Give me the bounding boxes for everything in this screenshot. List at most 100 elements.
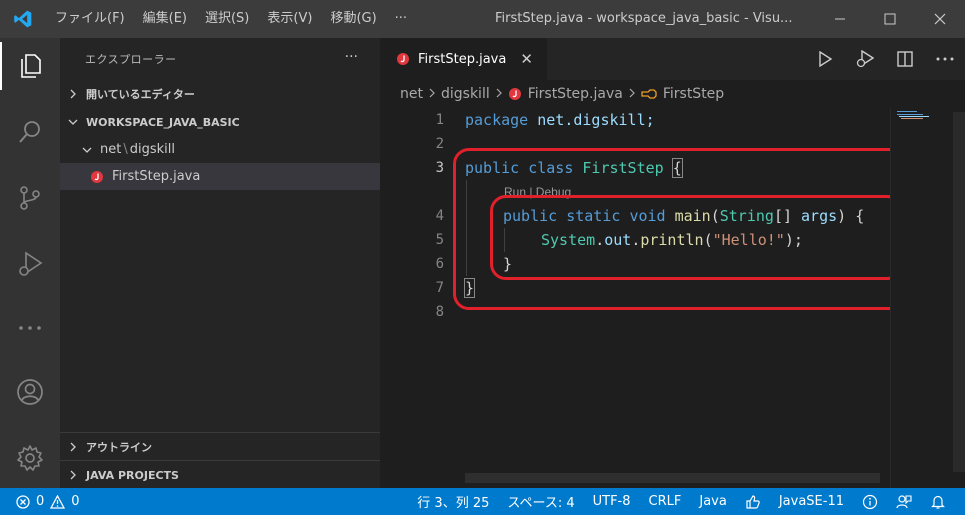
- scrollbar-thumb[interactable]: [953, 112, 965, 472]
- problems-indicator[interactable]: 0 0: [16, 488, 80, 515]
- editor-more-button[interactable]: [925, 38, 965, 80]
- window-title: FirstStep.java - workspace_java_basic - …: [495, 11, 793, 26]
- java-runtime[interactable]: JavaSE-11: [770, 488, 853, 515]
- vertical-scrollbar[interactable]: [953, 108, 965, 488]
- menu-selection[interactable]: 選択(S): [196, 0, 258, 38]
- cursor-position[interactable]: 行 3、列 25: [408, 488, 498, 515]
- thumbs-up-icon[interactable]: [736, 488, 770, 515]
- outline-label: アウトライン: [86, 441, 152, 454]
- outline-section[interactable]: アウトライン: [60, 432, 380, 461]
- line-number: 3: [435, 160, 444, 176]
- run-button[interactable]: [805, 38, 845, 80]
- workspace-label: WORKSPACE_JAVA_BASIC: [86, 115, 240, 129]
- source-control-button[interactable]: [0, 174, 60, 222]
- settings-button[interactable]: [0, 434, 60, 482]
- vscode-logo-icon: [0, 0, 46, 38]
- explorer-sidebar: エクスプローラー ··· 開いているエディター WORKSPACE_JAVA_B…: [60, 38, 380, 488]
- feedback-icon[interactable]: [887, 488, 921, 515]
- minimize-button[interactable]: [815, 0, 865, 38]
- tab-firststep-java[interactable]: FirstStep.java ✕: [380, 38, 547, 80]
- maximize-button[interactable]: [865, 0, 915, 38]
- java-file-icon: [90, 170, 112, 184]
- java-projects-label: JAVA PROJECTS: [86, 468, 179, 482]
- line-number: 6: [435, 256, 444, 272]
- activity-bar: [0, 38, 60, 488]
- search-button[interactable]: [0, 108, 60, 156]
- java-projects-section[interactable]: JAVA PROJECTS: [60, 460, 380, 489]
- folder-label: net: [100, 142, 122, 157]
- split-editor-button[interactable]: [885, 38, 925, 80]
- split-editor-icon: [897, 51, 913, 67]
- line-ending[interactable]: CRLF: [640, 488, 691, 515]
- chevron-right-icon: [60, 470, 86, 480]
- more-views-button[interactable]: [0, 304, 60, 352]
- breadcrumb-item-digskill[interactable]: digskill: [441, 86, 490, 102]
- title-bar: ファイル(F) 編集(E) 選択(S) 表示(V) 移動(G) ··· Firs…: [0, 0, 965, 38]
- breadcrumb: net digskill FirstStep.java FirstStep: [380, 80, 965, 108]
- notifications-bell-icon[interactable]: [921, 488, 955, 515]
- editor-tab-bar: FirstStep.java ✕: [380, 38, 965, 80]
- class-symbol-icon: [641, 87, 659, 101]
- breadcrumb-item-file[interactable]: FirstStep.java: [528, 86, 623, 102]
- menu-edit[interactable]: 編集(E): [134, 0, 196, 38]
- search-icon: [19, 121, 40, 143]
- code-line-1: package net.digskill;: [465, 111, 655, 129]
- explorer-more-button[interactable]: ···: [345, 49, 358, 65]
- workspace-section[interactable]: WORKSPACE_JAVA_BASIC: [60, 108, 380, 136]
- maximize-icon: [884, 13, 896, 25]
- minimap-preview: [897, 111, 929, 119]
- line-number: 7: [435, 280, 444, 296]
- gear-icon: [17, 445, 43, 471]
- menu-go[interactable]: 移動(G): [321, 0, 385, 38]
- code-editor[interactable]: 1 2 3 4 5 6 7 8 package net.digskill; pu…: [380, 108, 965, 488]
- run-debug-icon: [19, 251, 43, 276]
- line-number: 5: [435, 232, 444, 248]
- breadcrumb-item-class[interactable]: FirstStep: [663, 86, 724, 102]
- warning-count: 0: [71, 494, 80, 509]
- editor-actions: [805, 38, 965, 80]
- menu-more[interactable]: ···: [386, 0, 416, 38]
- play-icon: [819, 51, 833, 67]
- open-editors-section[interactable]: 開いているエディター: [60, 80, 380, 108]
- accounts-button[interactable]: [0, 368, 60, 416]
- status-bar: 0 0 行 3、列 25 スペース: 4 UTF-8 CRLF Java Jav…: [0, 488, 965, 515]
- breadcrumb-item-net[interactable]: net: [400, 86, 423, 102]
- language-mode[interactable]: Java: [690, 488, 735, 515]
- line-number: 8: [435, 304, 444, 320]
- indentation[interactable]: スペース: 4: [498, 488, 583, 515]
- file-firststep-java[interactable]: FirstStep.java: [60, 163, 380, 190]
- explorer-button[interactable]: [0, 42, 60, 90]
- java-file-icon: [508, 87, 522, 101]
- error-icon: [16, 494, 30, 509]
- folder-separator: \: [123, 142, 128, 157]
- chevron-down-icon: [60, 117, 86, 127]
- file-label: FirstStep.java: [112, 169, 201, 184]
- chevron-right-icon: [628, 86, 636, 102]
- debug-button[interactable]: [845, 38, 885, 80]
- run-debug-button[interactable]: [0, 240, 60, 288]
- ellipsis-icon: [936, 57, 954, 61]
- tab-close-button[interactable]: ✕: [520, 50, 533, 68]
- menu-bar: ファイル(F) 編集(E) 選択(S) 表示(V) 移動(G) ···: [46, 0, 416, 38]
- chevron-right-icon: [495, 86, 503, 102]
- highlight-main-method: [490, 195, 903, 280]
- minimize-icon: [835, 18, 845, 20]
- menu-view[interactable]: 表示(V): [258, 0, 321, 38]
- debug-play-icon: [856, 50, 874, 68]
- folder-label-sub: digskill: [129, 142, 175, 157]
- files-icon: [21, 54, 41, 78]
- chevron-down-icon: [82, 145, 100, 155]
- ellipsis-icon: [19, 326, 41, 330]
- close-window-button[interactable]: [915, 0, 965, 38]
- encoding[interactable]: UTF-8: [584, 488, 640, 515]
- window-controls: [815, 0, 965, 38]
- minimap[interactable]: [890, 108, 952, 488]
- folder-net-digskill[interactable]: net \ digskill: [60, 136, 380, 163]
- menu-file[interactable]: ファイル(F): [46, 0, 134, 38]
- info-icon[interactable]: [853, 488, 887, 515]
- explorer-title: エクスプローラー: [85, 53, 177, 66]
- horizontal-scrollbar[interactable]: [465, 473, 880, 483]
- tab-label: FirstStep.java: [418, 51, 507, 67]
- account-icon: [17, 379, 43, 405]
- close-icon: [934, 13, 946, 25]
